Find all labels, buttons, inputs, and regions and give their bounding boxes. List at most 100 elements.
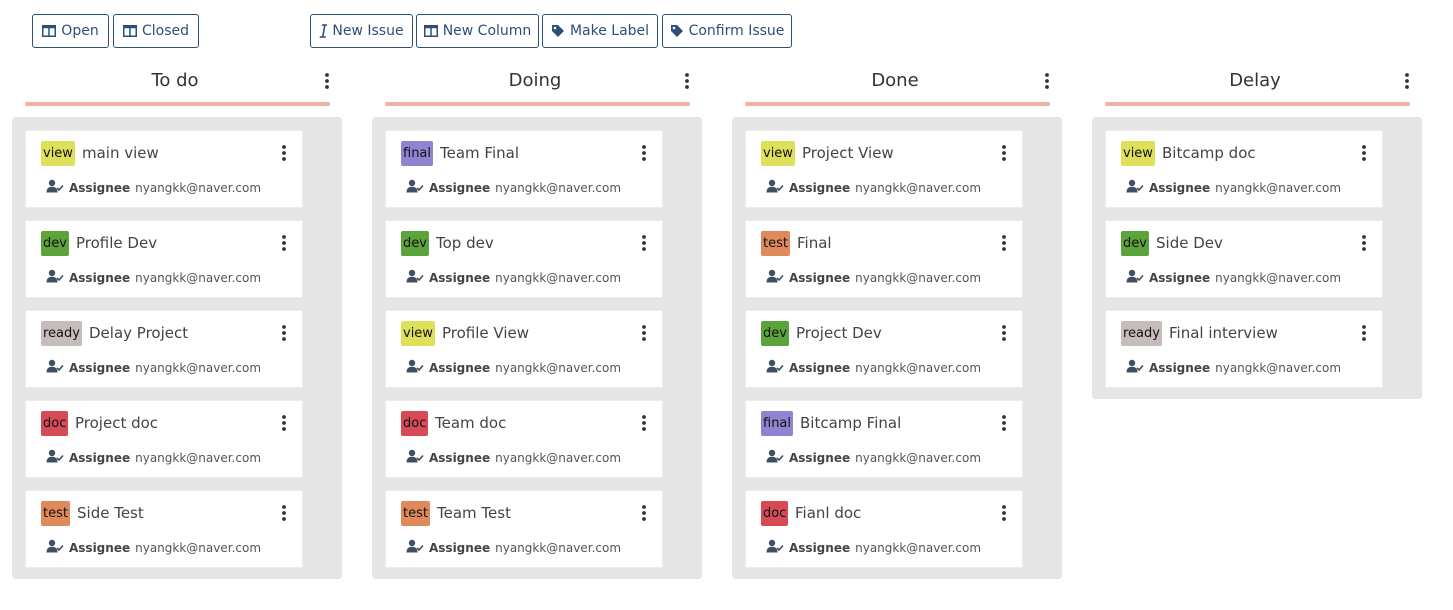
card-menu-icon[interactable] xyxy=(638,504,650,522)
assignee-key: Assignee xyxy=(429,360,491,375)
issue-title: Side Dev xyxy=(1156,234,1223,252)
issue-label-badge: view xyxy=(41,141,75,166)
assignee-row: Assignee nyangkk@naver.com xyxy=(766,269,981,286)
issue-card[interactable]: view Profile View Assignee nyangkk@naver.co… xyxy=(385,310,663,388)
assignee-row: Assignee nyangkk@naver.com xyxy=(46,359,261,376)
new-column-button[interactable]: New Column xyxy=(416,14,539,48)
issue-title: Project Dev xyxy=(796,324,882,342)
issue-card[interactable]: dev Profile Dev Assignee nyangkk@naver.com xyxy=(25,220,303,298)
issue-title: Team Final xyxy=(440,144,519,162)
card-menu-icon[interactable] xyxy=(638,324,650,342)
issue-label-badge: test xyxy=(761,231,790,256)
issue-card[interactable]: test Final Assignee nyangkk@naver.com xyxy=(745,220,1023,298)
user-check-icon xyxy=(406,359,424,376)
issue-card[interactable]: ready Delay Project Assignee nyangkk@naver.… xyxy=(25,310,303,388)
issue-card[interactable]: view Bitcamp doc Assignee nyangkk@naver.com xyxy=(1105,130,1383,208)
column-menu-icon[interactable] xyxy=(1401,72,1413,90)
issue-card[interactable]: view Project View Assignee nyangkk@naver.co… xyxy=(745,130,1023,208)
assignee-email: nyangkk@naver.com xyxy=(855,540,982,555)
card-menu-icon[interactable] xyxy=(278,504,290,522)
user-check-icon xyxy=(766,449,784,466)
user-check-icon xyxy=(406,269,424,286)
assignee-email: nyangkk@naver.com xyxy=(495,180,622,195)
issue-title: Bitcamp Final xyxy=(800,414,902,432)
new-issue-button[interactable]: New Issue xyxy=(310,14,413,48)
issue-card[interactable]: doc Project doc Assignee nyangkk@naver.com xyxy=(25,400,303,478)
card-menu-icon[interactable] xyxy=(998,144,1010,162)
assignee-key: Assignee xyxy=(789,360,851,375)
issue-title: Project View xyxy=(802,144,894,162)
card-menu-icon[interactable] xyxy=(638,144,650,162)
assignee-row: Assignee nyangkk@naver.com xyxy=(766,359,981,376)
issue-card[interactable]: doc Fianl doc Assignee nyangkk@naver.com xyxy=(745,490,1023,568)
issue-card[interactable]: view main view Assignee nyangkk@naver.com xyxy=(25,130,303,208)
assignee-email: nyangkk@naver.com xyxy=(135,360,262,375)
card-menu-icon[interactable] xyxy=(278,144,290,162)
column-menu-icon[interactable] xyxy=(321,72,333,90)
card-menu-icon[interactable] xyxy=(998,504,1010,522)
column-menu-icon[interactable] xyxy=(681,72,693,90)
assignee-email: nyangkk@naver.com xyxy=(1215,360,1342,375)
assignee-key: Assignee xyxy=(69,540,131,555)
assignee-row: Assignee nyangkk@naver.com xyxy=(1126,179,1341,196)
assignee-key: Assignee xyxy=(1149,180,1211,195)
columns-icon xyxy=(122,25,137,37)
card-menu-icon[interactable] xyxy=(1358,234,1370,252)
user-check-icon xyxy=(46,539,64,556)
column-body: view Bitcamp doc Assignee nyangkk@naver.com… xyxy=(1092,117,1422,399)
user-check-icon xyxy=(406,179,424,196)
user-check-icon xyxy=(766,179,784,196)
column-underline xyxy=(745,102,1050,106)
assignee-row: Assignee nyangkk@naver.com xyxy=(406,539,621,556)
issue-card[interactable]: test Team Test Assignee nyangkk@naver.com xyxy=(385,490,663,568)
issue-title: main view xyxy=(82,144,159,162)
issue-title: Project doc xyxy=(75,414,159,432)
open-button-label: Open xyxy=(61,23,99,39)
card-menu-icon[interactable] xyxy=(998,324,1010,342)
issue-label-badge: ready xyxy=(41,321,82,346)
card-menu-icon[interactable] xyxy=(998,234,1010,252)
issue-label-badge: dev xyxy=(1121,231,1149,256)
card-menu-icon[interactable] xyxy=(998,414,1010,432)
user-check-icon xyxy=(46,359,64,376)
assignee-key: Assignee xyxy=(429,450,491,465)
issue-label-badge: final xyxy=(401,141,434,166)
column-body: view Project View Assignee nyangkk@naver.co… xyxy=(732,117,1062,579)
issue-card[interactable]: final Team Final Assignee nyangkk@naver.com xyxy=(385,130,663,208)
card-menu-icon[interactable] xyxy=(1358,324,1370,342)
card-menu-icon[interactable] xyxy=(278,324,290,342)
issue-card[interactable]: dev Project Dev Assignee nyangkk@naver.com xyxy=(745,310,1023,388)
assignee-email: nyangkk@naver.com xyxy=(1215,270,1342,285)
issue-label-badge: doc xyxy=(41,411,69,436)
issue-title: Team doc xyxy=(435,414,507,432)
column-menu-icon[interactable] xyxy=(1041,72,1053,90)
assignee-key: Assignee xyxy=(1149,270,1211,285)
assignee-email: nyangkk@naver.com xyxy=(135,540,262,555)
card-menu-icon[interactable] xyxy=(638,234,650,252)
tag-icon xyxy=(670,24,684,38)
issue-card[interactable]: final Bitcamp Final Assignee nyangkk@naver.… xyxy=(745,400,1023,478)
assignee-key: Assignee xyxy=(69,360,131,375)
assignee-email: nyangkk@naver.com xyxy=(135,180,262,195)
issue-card[interactable]: test Side Test Assignee nyangkk@naver.com xyxy=(25,490,303,568)
assignee-row: Assignee nyangkk@naver.com xyxy=(766,179,981,196)
new-issue-button-label: New Issue xyxy=(332,23,404,39)
open-button[interactable]: Open xyxy=(32,14,109,48)
issue-title: Team Test xyxy=(437,504,511,522)
issue-card[interactable]: doc Team doc Assignee nyangkk@naver.com xyxy=(385,400,663,478)
issue-card[interactable]: dev Top dev Assignee nyangkk@naver.com xyxy=(385,220,663,298)
issue-title: Profile View xyxy=(442,324,530,342)
make-label-button[interactable]: Make Label xyxy=(542,14,658,48)
assignee-row: Assignee nyangkk@naver.com xyxy=(406,449,621,466)
issue-card[interactable]: dev Side Dev Assignee nyangkk@naver.com xyxy=(1105,220,1383,298)
make-label-button-label: Make Label xyxy=(569,23,650,39)
card-menu-icon[interactable] xyxy=(1358,144,1370,162)
user-check-icon xyxy=(46,269,64,286)
closed-button[interactable]: Closed xyxy=(113,14,199,48)
confirm-issue-button[interactable]: Confirm Issue xyxy=(662,14,792,48)
card-menu-icon[interactable] xyxy=(278,414,290,432)
issue-card[interactable]: ready Final interview Assignee nyangkk@nave… xyxy=(1105,310,1383,388)
column-underline xyxy=(385,102,690,106)
card-menu-icon[interactable] xyxy=(638,414,650,432)
card-menu-icon[interactable] xyxy=(278,234,290,252)
